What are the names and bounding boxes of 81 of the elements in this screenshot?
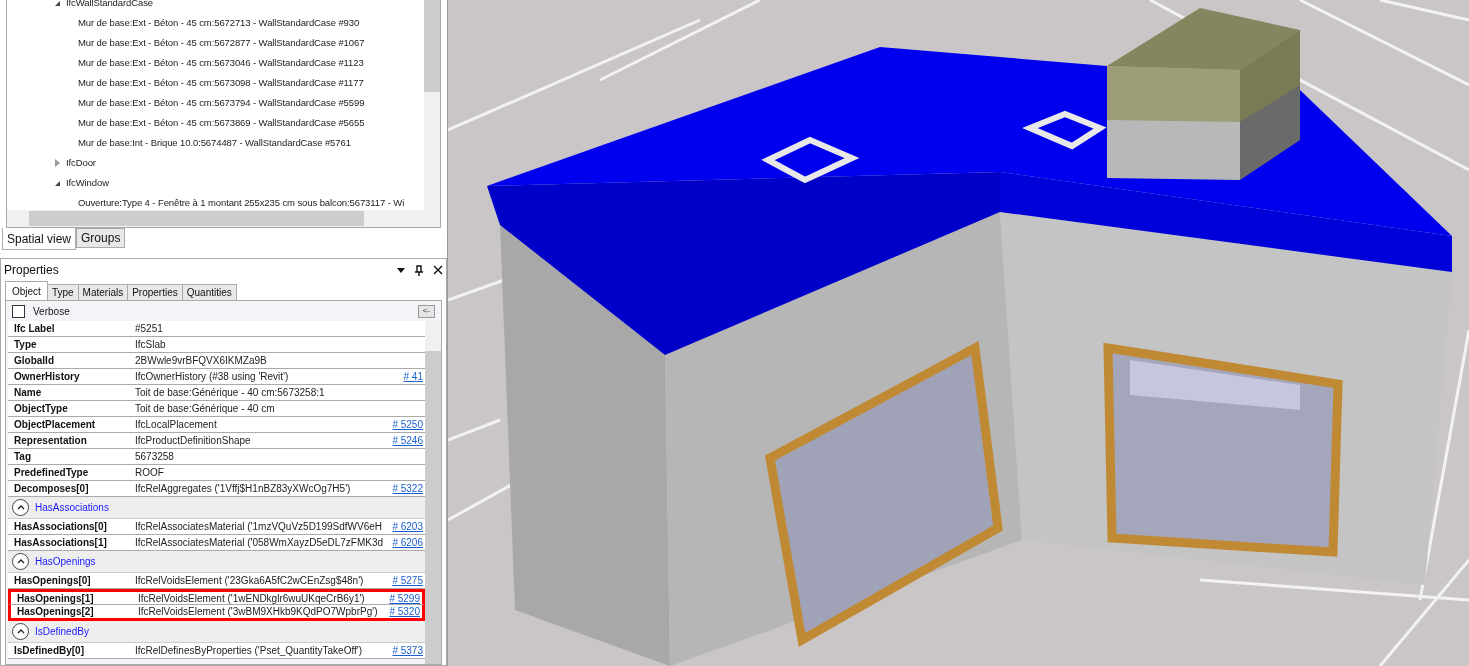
properties-tab[interactable]: Materials xyxy=(78,284,129,300)
property-value: IfcRelDefinesByProperties ('Pset_QuantityTakeOff') xyxy=(135,644,364,658)
property-value: IfcSlab xyxy=(135,338,167,352)
property-value: IfcProductDefinitionShape xyxy=(135,434,252,448)
back-button[interactable]: <- xyxy=(417,304,435,318)
reference-link[interactable]: # 5373 xyxy=(388,643,425,658)
group-header[interactable]: IsDefinedBy xyxy=(8,621,425,643)
properties-tab[interactable]: Properties xyxy=(128,284,183,300)
property-name: GlobalId xyxy=(13,354,55,368)
tree-item[interactable]: Mur de base:Int - Brique 10.0:5674487 - WallStandardCase #5761 xyxy=(78,135,351,151)
reference-link[interactable]: # 6203 xyxy=(388,519,425,534)
reference-link[interactable]: # 5246 xyxy=(388,433,425,448)
property-value: IfcRelVoidsElement ('23Gka6A5fC2wCEnZsg$48n') xyxy=(135,574,365,588)
floor-grid-line xyxy=(448,418,501,442)
property-name: HasAssociations[0] xyxy=(13,520,108,534)
property-name: ObjectType xyxy=(13,402,69,416)
view-tab[interactable]: Groups xyxy=(76,228,126,248)
reference-link[interactable]: # 5299 xyxy=(385,590,422,606)
property-value: 2BWwle9vrBFQVX6IKMZa9B xyxy=(135,354,268,368)
tree-item[interactable]: Mur de base:Ext - Béton - 45 cm:5673869 - WallStandardCase #5655 xyxy=(78,115,365,131)
property-value: IfcOwnerHistory (#38 using 'Revit') xyxy=(135,370,290,384)
horizontal-scrollbar[interactable] xyxy=(7,210,440,227)
reference-link[interactable]: # 5320 xyxy=(385,604,422,619)
property-value: IfcRelAssociatesMaterial ('1mzVQuVz5D199SdfWV6eH xyxy=(135,520,383,534)
panel-title: Properties xyxy=(4,262,60,279)
property-name: HasOpenings[0] xyxy=(13,574,92,588)
property-value: IfcLocalPlacement xyxy=(135,418,218,432)
verbose-checkbox[interactable] xyxy=(12,304,25,318)
property-name: OwnerHistory xyxy=(13,370,81,384)
tree-item[interactable]: Mur de base:Ext - Béton - 45 cm:5673098 - WallStandardCase #1177 xyxy=(78,75,364,91)
property-name: IsDefinedBy[0] xyxy=(13,644,85,658)
property-name: HasOpenings[2] xyxy=(16,605,95,619)
close-icon[interactable] xyxy=(433,265,443,275)
property-name: HasAssociations[1] xyxy=(13,536,108,550)
group-title: HasOpenings xyxy=(35,555,96,569)
property-name: Decomposes[0] xyxy=(13,482,90,496)
property-name: Type xyxy=(13,338,38,352)
group-title: HasAssociations xyxy=(35,501,109,515)
expanded-triangle-icon[interactable] xyxy=(55,0,60,6)
tree-item[interactable]: IfcWindow xyxy=(66,175,109,191)
tree-item[interactable]: Mur de base:Ext - Béton - 45 cm:5672713 - WallStandardCase #930 xyxy=(78,15,360,31)
reference-link[interactable]: # 5275 xyxy=(388,573,425,588)
dropdown-triangle-icon[interactable] xyxy=(397,267,405,273)
property-name: ObjectPlacement xyxy=(13,418,97,432)
pin-icon[interactable] xyxy=(415,264,423,276)
vertical-scrollbar[interactable] xyxy=(425,321,441,664)
property-value: IfcRelAssociatesMaterial ('058WmXayzD5eDL7zFMK3d xyxy=(135,536,385,550)
property-value: IfcRelVoidsElement ('3wBM9XHkb9KQdPO7WpbrPg') xyxy=(138,605,379,619)
expanded-triangle-icon[interactable] xyxy=(55,180,60,186)
tree-item[interactable]: Mur de base:Ext - Béton - 45 cm:5672877 - WallStandardCase #1067 xyxy=(78,35,365,51)
property-name: PredefinedType xyxy=(13,466,90,480)
group-header[interactable]: HasOpenings xyxy=(8,551,425,573)
view-tab[interactable]: Spatial view xyxy=(2,228,77,250)
reference-link[interactable]: # 5250 xyxy=(388,417,425,432)
property-value: ROOF xyxy=(135,466,165,480)
checkbox-label: Verbose xyxy=(33,304,71,319)
property-name: Name xyxy=(13,386,43,400)
group-header[interactable]: HasAssociations xyxy=(8,497,425,519)
properties-tab[interactable]: Object xyxy=(5,281,48,300)
property-value: #5251 xyxy=(135,322,164,336)
property-name: Tag xyxy=(13,450,33,464)
property-value: Toit de base:Générique - 40 cm xyxy=(135,402,276,416)
tree-item[interactable]: IfcDoor xyxy=(66,155,96,171)
reference-link[interactable]: # 5322 xyxy=(388,481,425,496)
property-value: Toit de base:Générique - 40 cm:5673258:1 xyxy=(135,386,326,400)
tree-item[interactable]: Ouverture:Type 4 - Fenêtre à 1 montant 255x235 cm sous balcon:5673117 - Wi xyxy=(78,195,405,210)
property-value: IfcRelVoidsElement ('1wENDkglr6wuUKqeCrB6y1') xyxy=(138,591,366,606)
properties-tab[interactable]: Quantities xyxy=(182,284,237,300)
vertical-scrollbar[interactable] xyxy=(424,0,440,210)
property-name: HasOpenings[1] xyxy=(16,591,95,606)
reference-link[interactable]: # 41 xyxy=(399,369,425,384)
property-value: 5673258 xyxy=(135,450,175,464)
properties-tab[interactable]: Type xyxy=(47,284,79,300)
reference-link[interactable]: # 6206 xyxy=(388,535,425,550)
property-value: IfcRelAggregates ('1Vffj$H1nBZ83yXWcOg7H5') xyxy=(135,482,352,496)
collapsed-triangle-icon[interactable] xyxy=(55,159,60,167)
property-name: Ifc Label xyxy=(13,322,56,336)
property-name: Representation xyxy=(13,434,88,448)
tree-item[interactable]: Mur de base:Ext - Béton - 45 cm:5673046 - WallStandardCase #1123 xyxy=(78,55,364,71)
tree-item[interactable]: Mur de base:Ext - Béton - 45 cm:5673794 - WallStandardCase #5599 xyxy=(78,95,365,111)
group-title: IsDefinedBy xyxy=(35,625,89,639)
